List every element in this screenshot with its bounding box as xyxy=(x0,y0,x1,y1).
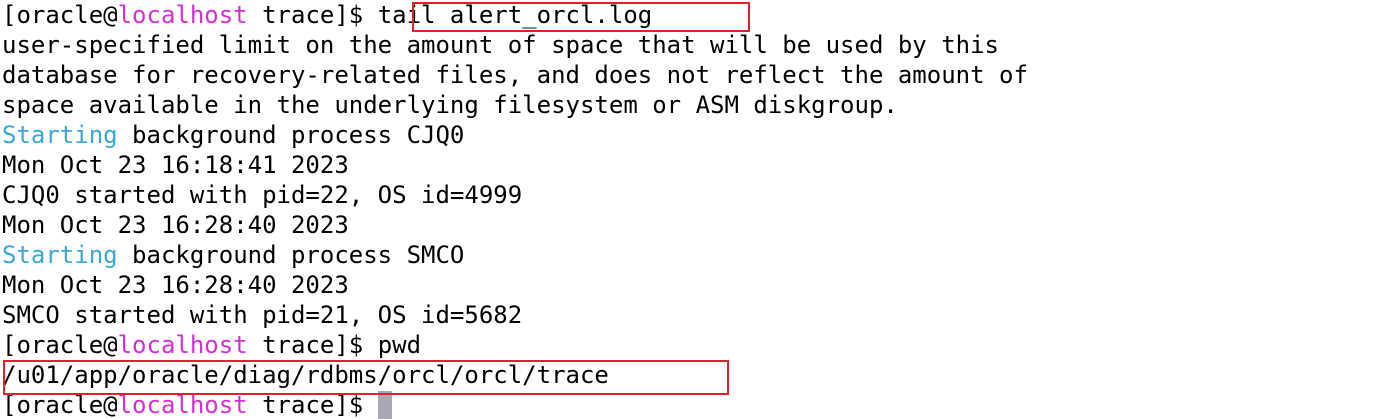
output-line: user-specified limit on the amount of sp… xyxy=(2,31,999,59)
output-line: SMCO started with pid=21, OS id=5682 xyxy=(2,301,523,329)
prompt-line-3[interactable]: [oracle@localhost trace]$ xyxy=(2,390,1375,419)
prompt-close: trace]$ xyxy=(247,391,378,419)
terminal-window[interactable]: [oracle@localhost trace]$ tail alert_orc… xyxy=(0,0,1375,419)
output-line: database for recovery-related files, and… xyxy=(2,61,1028,89)
output-text: background process CJQ0 xyxy=(117,121,465,149)
prompt-close: trace]$ xyxy=(247,331,378,359)
prompt-host: localhost xyxy=(117,331,248,359)
output-line: space available in the underlying filesy… xyxy=(2,91,898,119)
output-line: Mon Oct 23 16:28:40 2023 xyxy=(2,211,349,239)
command-tail: tail alert_orcl.log xyxy=(377,1,653,29)
output-line: Mon Oct 23 16:28:40 2023 xyxy=(2,271,349,299)
command-pwd: pwd xyxy=(377,331,422,359)
prompt-host: localhost xyxy=(117,391,248,419)
starting-keyword: Starting xyxy=(2,241,118,269)
prompt-line-2: [oracle@localhost trace]$ pwd xyxy=(2,330,1375,360)
prompt-open: [oracle@ xyxy=(2,1,118,29)
prompt-host: localhost xyxy=(117,1,248,29)
prompt-open: [oracle@ xyxy=(2,391,118,419)
output-line: Starting background process SMCO xyxy=(2,240,1375,270)
starting-keyword: Starting xyxy=(2,121,118,149)
output-line: Starting background process CJQ0 xyxy=(2,120,1375,150)
pwd-output-line: /u01/app/oracle/diag/rdbms/orcl/orcl/tra… xyxy=(2,361,609,389)
prompt-close: trace]$ xyxy=(247,1,378,29)
output-text: background process SMCO xyxy=(117,241,465,269)
prompt-line-1: [oracle@localhost trace]$ tail alert_orc… xyxy=(2,0,1375,30)
output-line: CJQ0 started with pid=22, OS id=4999 xyxy=(2,181,523,209)
output-line: Mon Oct 23 16:18:41 2023 xyxy=(2,151,349,179)
text-cursor[interactable] xyxy=(377,391,392,419)
prompt-open: [oracle@ xyxy=(2,331,118,359)
